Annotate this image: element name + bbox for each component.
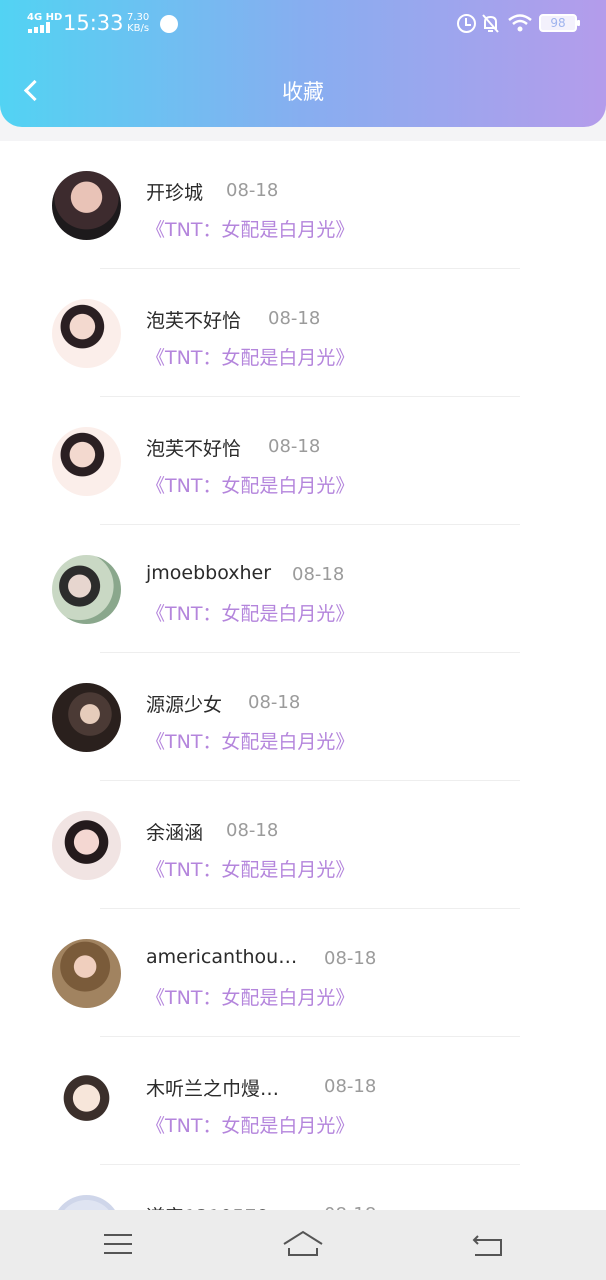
back-arrow-icon [472, 1235, 502, 1256]
favorite-date: 08-18 [268, 308, 321, 329]
home-button[interactable] [273, 1222, 333, 1268]
user-name: 木听兰之巾熳… [146, 1078, 280, 1100]
favorites-list: 开珍城 08-18 《TNT：女配是白月光》 泡芙不好恰 08-18 《TNT：女配是白月… [0, 141, 606, 1210]
avatar[interactable] [52, 299, 121, 368]
avatar[interactable] [52, 171, 121, 240]
user-name: 余涵涵 [146, 822, 204, 844]
favorite-date: 08-18 [292, 564, 345, 585]
user-name: 泡芙不好恰 [146, 438, 242, 460]
system-navbar [0, 1210, 606, 1280]
alarm-icon [457, 14, 476, 33]
book-title-link[interactable]: 《TNT：女配是白月光》 [146, 599, 354, 626]
avatar[interactable] [52, 1067, 121, 1136]
network-speed: 7.30 KB/s [127, 12, 150, 34]
favorite-date: 08-18 [268, 436, 321, 457]
user-name: 泡芙不好恰 [146, 310, 242, 332]
favorite-date: 08-18 [248, 692, 301, 713]
favorite-row[interactable]: 道安131957808-18《TNT：女配是白月光》 [0, 1165, 606, 1210]
favorite-row[interactable]: 源源少女 08-18 《TNT：女配是白月光》 [0, 653, 606, 781]
book-title-link[interactable]: 《TNT：女配是白月光》 [146, 1111, 354, 1138]
wifi-icon [508, 14, 532, 32]
back-nav-button[interactable] [458, 1222, 518, 1268]
battery-indicator: 98 [539, 14, 580, 32]
home-icon [283, 1230, 323, 1256]
favorite-date: 08-18 [226, 820, 279, 841]
avatar[interactable] [52, 1195, 121, 1210]
user-name: americanthou… [146, 946, 298, 968]
book-title-link[interactable]: 《TNT：女配是白月光》 [146, 215, 354, 242]
status-bar: 4G HD 15:33 7.30 KB/s 98 [0, 0, 606, 48]
menu-icon [104, 1234, 132, 1254]
favorite-date: 08-18 [324, 1076, 377, 1097]
favorite-row[interactable]: 木听兰之巾熳… 08-18 《TNT：女配是白月光》 [0, 1037, 606, 1165]
menu-button[interactable] [88, 1222, 148, 1268]
bell-off-icon [482, 14, 499, 33]
favorite-row[interactable]: 余涵涵 08-18 《TNT：女配是白月光》 [0, 781, 606, 909]
avatar[interactable] [52, 427, 121, 496]
favorite-date: 08-18 [226, 180, 279, 201]
user-name: 开珍城 [146, 182, 204, 204]
book-title-link[interactable]: 《TNT：女配是白月光》 [146, 343, 354, 370]
user-name: 源源少女 [146, 694, 223, 716]
avatar[interactable] [52, 555, 121, 624]
book-title-link[interactable]: 《TNT：女配是白月光》 [146, 727, 354, 754]
user-name: jmoebboxher [146, 562, 272, 584]
avatar[interactable] [52, 683, 121, 752]
favorite-row[interactable]: 泡芙不好恰 08-18 《TNT：女配是白月光》 [0, 397, 606, 525]
page-title: 收藏 [282, 80, 324, 104]
signal-icon [28, 22, 54, 33]
clock: 15:33 [63, 11, 124, 35]
book-title-link[interactable]: 《TNT：女配是白月光》 [146, 983, 354, 1010]
user-name: 道安1319578 [146, 1202, 269, 1210]
favorite-row[interactable]: 开珍城 08-18 《TNT：女配是白月光》 [0, 141, 606, 269]
favorite-row[interactable]: americanthou… 08-18 《TNT：女配是白月光》 [0, 909, 606, 1037]
favorite-date: 08-18 [324, 948, 377, 969]
favorite-row[interactable]: 泡芙不好恰 08-18 《TNT：女配是白月光》 [0, 269, 606, 397]
globe-icon [160, 15, 178, 33]
avatar[interactable] [52, 811, 121, 880]
top-header: 4G HD 15:33 7.30 KB/s 98 收藏 [0, 0, 606, 127]
book-title-link[interactable]: 《TNT：女配是白月光》 [146, 855, 354, 882]
avatar[interactable] [52, 939, 121, 1008]
book-title-link[interactable]: 《TNT：女配是白月光》 [146, 471, 354, 498]
favorite-row[interactable]: jmoebboxher 08-18 《TNT：女配是白月光》 [0, 525, 606, 653]
